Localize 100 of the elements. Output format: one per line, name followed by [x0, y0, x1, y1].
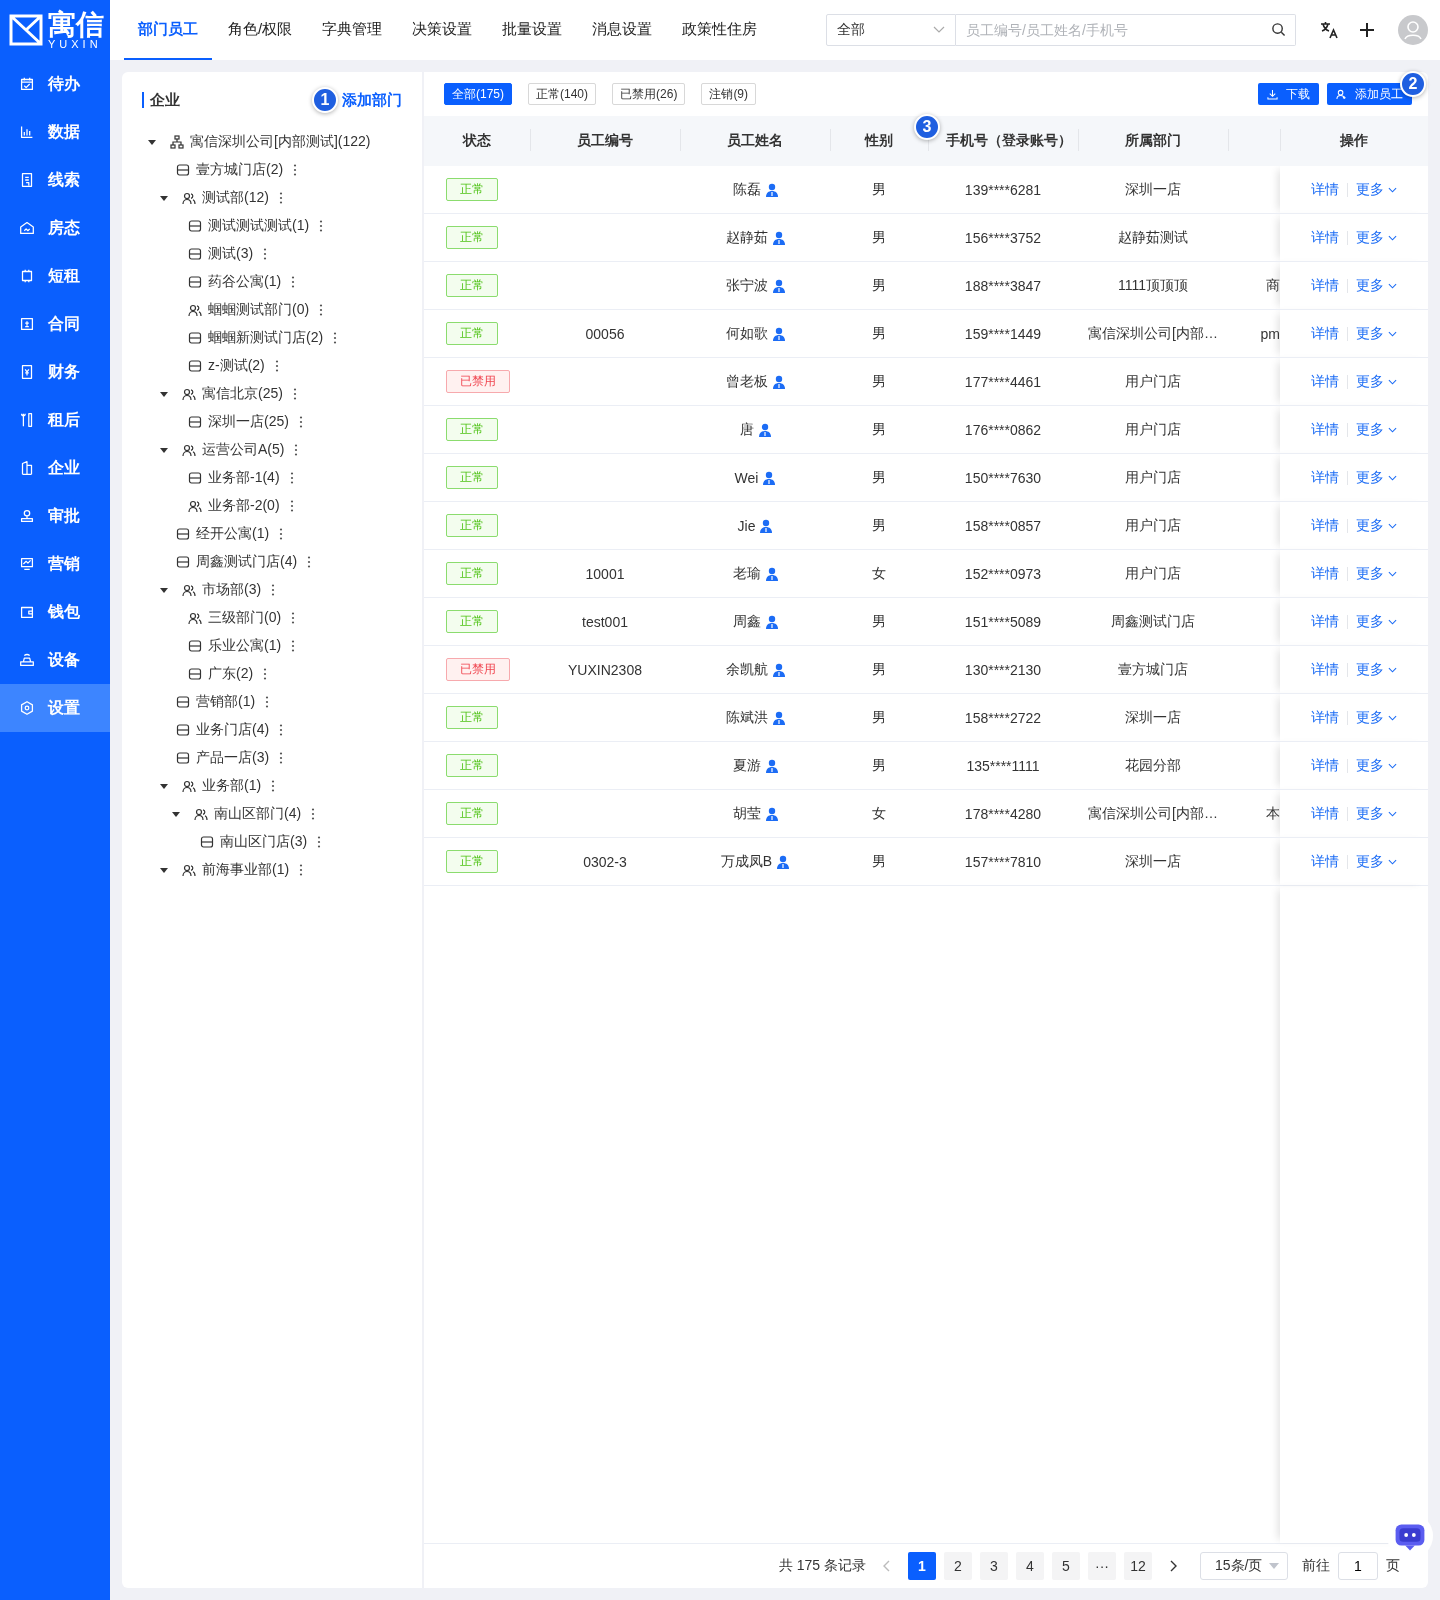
tree-item[interactable]: 南山区部门(4) — [214, 805, 302, 823]
more-icon[interactable] — [319, 303, 324, 317]
details-link[interactable]: 详情 — [1311, 564, 1339, 583]
tree-item[interactable]: 寓信北京(25) — [202, 385, 283, 403]
tree-item[interactable]: 深圳一店(25) — [208, 413, 289, 431]
sidebar-item[interactable]: 线索 — [0, 156, 110, 204]
tree-item[interactable]: 前海事业部(1) — [202, 861, 290, 879]
tree-item[interactable]: 测试(3) — [208, 245, 254, 263]
tree-item[interactable]: 业务部-2(0) — [208, 497, 280, 515]
more-icon[interactable] — [319, 219, 324, 233]
details-link[interactable]: 详情 — [1311, 372, 1339, 391]
nav-tab[interactable]: 决策设置 — [398, 0, 487, 60]
details-link[interactable]: 详情 — [1311, 228, 1339, 247]
details-link[interactable]: 详情 — [1311, 468, 1339, 487]
tree-item[interactable]: 运营公司A(5) — [202, 441, 285, 459]
more-icon[interactable] — [291, 611, 296, 625]
details-link[interactable]: 详情 — [1311, 420, 1339, 439]
more-icon[interactable] — [279, 723, 284, 737]
tree-item[interactable]: 南山区门店(3) — [220, 833, 308, 851]
tree-item[interactable]: 营销部(1) — [196, 693, 256, 711]
details-link[interactable]: 详情 — [1311, 612, 1339, 631]
tree-item[interactable]: 药谷公寓(1) — [208, 273, 282, 291]
filter-tab[interactable]: 正常(140) — [528, 83, 597, 105]
more-icon[interactable] — [298, 415, 303, 429]
page-button[interactable]: 12 — [1124, 1552, 1152, 1580]
nav-tab[interactable]: 字典管理 — [308, 0, 397, 60]
search-field[interactable]: 员工编号/员工姓名/手机号 — [956, 14, 1296, 46]
sidebar-item[interactable]: 企业 — [0, 444, 110, 492]
download-button[interactable]: 下载 — [1258, 83, 1319, 105]
more-link[interactable]: 更多 — [1356, 564, 1397, 583]
caret-icon[interactable] — [160, 446, 168, 454]
more-link[interactable]: 更多 — [1356, 228, 1397, 247]
more-icon[interactable] — [274, 359, 279, 373]
plus-icon[interactable] — [1357, 20, 1377, 40]
more-link[interactable]: 更多 — [1356, 708, 1397, 727]
page-button[interactable]: 5 — [1052, 1552, 1080, 1580]
translate-icon[interactable] — [1319, 20, 1339, 40]
page-button[interactable]: 3 — [980, 1552, 1008, 1580]
sidebar-item[interactable]: 租后 — [0, 396, 110, 444]
details-link[interactable]: 详情 — [1311, 180, 1339, 199]
tree-item[interactable]: 寓信深圳公司[内部测试](122) — [190, 133, 371, 151]
tree-item[interactable]: 乐业公寓(1) — [208, 637, 282, 655]
tree-item[interactable]: 壹方城门店(2) — [196, 161, 284, 179]
page-button[interactable]: 2 — [944, 1552, 972, 1580]
tree-item[interactable]: 测试部(12) — [202, 189, 269, 207]
sidebar-item[interactable]: 财务 — [0, 348, 110, 396]
more-icon[interactable] — [271, 583, 276, 597]
more-icon[interactable] — [311, 807, 316, 821]
more-link[interactable]: 更多 — [1356, 516, 1397, 535]
details-link[interactable]: 详情 — [1311, 804, 1339, 823]
more-icon[interactable] — [291, 639, 296, 653]
details-link[interactable]: 详情 — [1311, 324, 1339, 343]
more-icon[interactable] — [289, 471, 294, 485]
tree-item[interactable]: 测试测试测试(1) — [208, 217, 310, 235]
more-icon[interactable] — [279, 527, 284, 541]
more-icon[interactable] — [317, 835, 322, 849]
more-icon[interactable] — [299, 863, 304, 877]
page-size-select[interactable]: 15条/页 — [1200, 1552, 1288, 1580]
more-link[interactable]: 更多 — [1356, 324, 1397, 343]
tree-item[interactable]: 产品一店(3) — [196, 749, 270, 767]
page-button[interactable]: ··· — [1088, 1552, 1116, 1580]
sidebar-item[interactable]: 待办 — [0, 60, 110, 108]
sidebar-item[interactable]: 营销 — [0, 540, 110, 588]
tree-item[interactable]: 蝈蝈新测试门店(2) — [208, 329, 324, 347]
more-link[interactable]: 更多 — [1356, 468, 1397, 487]
caret-icon[interactable] — [172, 810, 180, 818]
tree-item[interactable]: 三级部门(0) — [208, 609, 282, 627]
more-link[interactable]: 更多 — [1356, 756, 1397, 775]
details-link[interactable]: 详情 — [1311, 852, 1339, 871]
more-icon[interactable] — [293, 163, 298, 177]
more-icon[interactable] — [289, 499, 294, 513]
tree-item[interactable]: 业务门店(4) — [196, 721, 270, 739]
sidebar-item[interactable]: 审批 — [0, 492, 110, 540]
more-link[interactable]: 更多 — [1356, 276, 1397, 295]
caret-icon[interactable] — [160, 586, 168, 594]
sidebar-item[interactable]: 设备 — [0, 636, 110, 684]
more-link[interactable]: 更多 — [1356, 372, 1397, 391]
more-link[interactable]: 更多 — [1356, 804, 1397, 823]
tree-item[interactable]: 经开公寓(1) — [196, 525, 270, 543]
filter-tab[interactable]: 注销(9) — [701, 83, 757, 105]
caret-icon[interactable] — [160, 194, 168, 202]
page-input[interactable]: 1 — [1338, 1552, 1378, 1580]
nav-tab[interactable]: 部门员工 — [124, 0, 212, 60]
nav-tab[interactable]: 角色/权限 — [214, 0, 307, 60]
more-icon[interactable] — [263, 667, 268, 681]
filter-tab[interactable]: 全部(175) — [444, 83, 512, 105]
more-icon[interactable] — [333, 331, 338, 345]
caret-icon[interactable] — [160, 782, 168, 790]
more-link[interactable]: 更多 — [1356, 660, 1397, 679]
more-icon[interactable] — [265, 695, 270, 709]
caret-icon[interactable] — [160, 866, 168, 874]
details-link[interactable]: 详情 — [1311, 516, 1339, 535]
scope-select[interactable]: 全部 — [826, 14, 956, 46]
caret-icon[interactable] — [148, 138, 156, 146]
details-link[interactable]: 详情 — [1311, 276, 1339, 295]
details-link[interactable]: 详情 — [1311, 756, 1339, 775]
tree-item[interactable]: 业务部-1(4) — [208, 469, 280, 487]
sidebar-item[interactable]: 钱包 — [0, 588, 110, 636]
sidebar-item[interactable]: 短租 — [0, 252, 110, 300]
more-icon[interactable] — [263, 247, 268, 261]
